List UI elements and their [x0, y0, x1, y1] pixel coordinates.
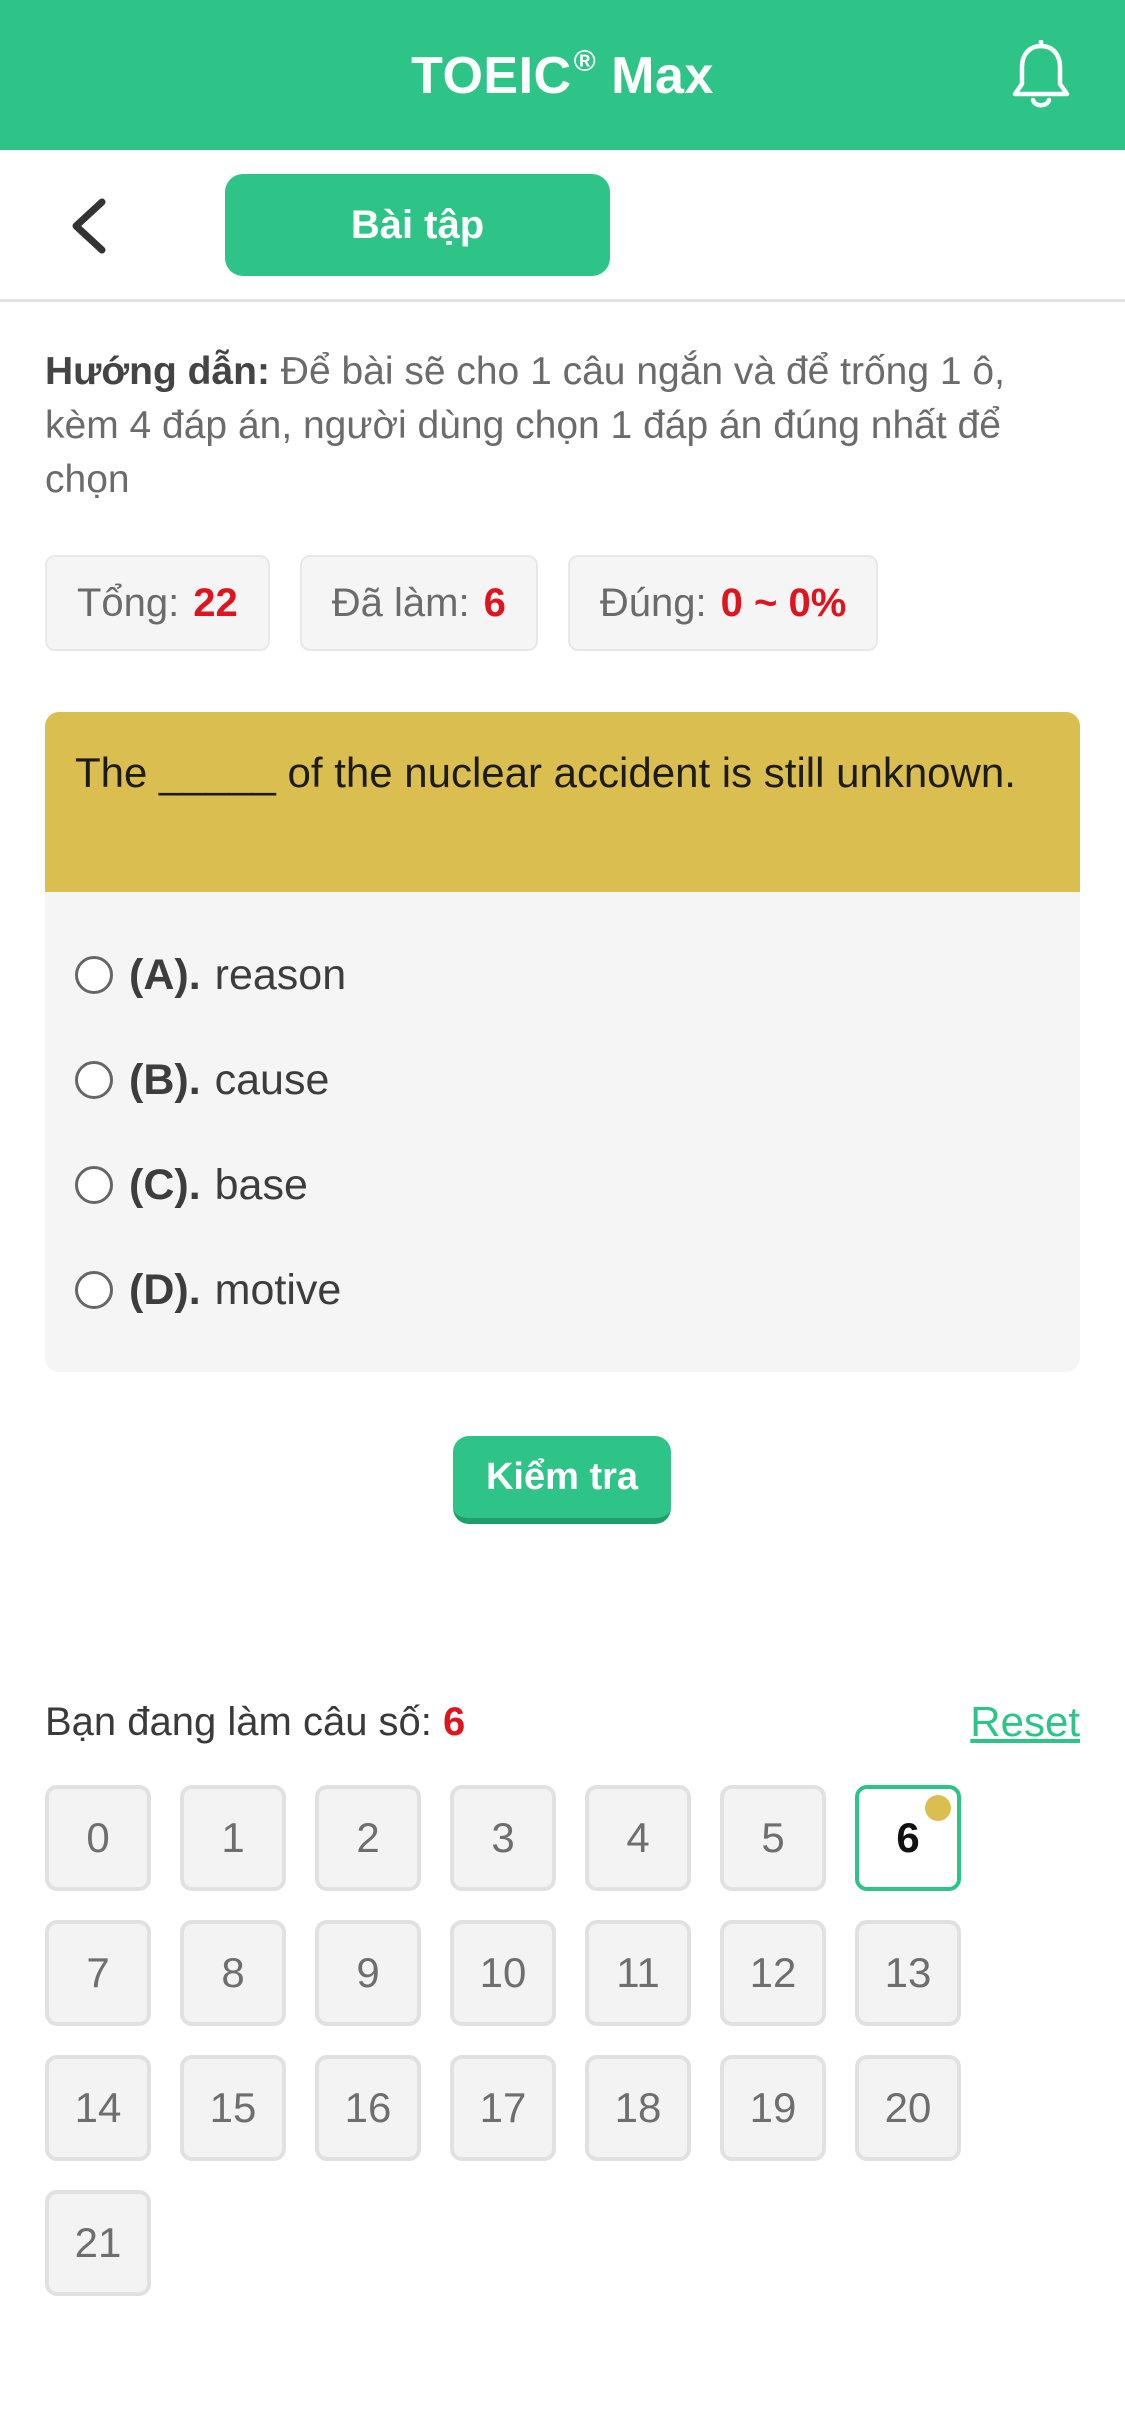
question-number-label: 14 [74, 2084, 122, 2131]
current-question-number: 6 [443, 1700, 466, 1744]
option-letter: (B). [129, 1055, 201, 1104]
question-number-label: 13 [884, 1949, 932, 1996]
question-number-label: 2 [356, 1814, 380, 1861]
question-number-label: 10 [479, 1949, 527, 1996]
option-text: cause [214, 1055, 330, 1104]
question-number-3[interactable]: 3 [450, 1785, 556, 1891]
stat-correct: Đúng: 0 ~ 0% [567, 555, 879, 651]
option-text: base [214, 1160, 308, 1209]
chevron-left-icon[interactable] [62, 194, 118, 258]
question-number-4[interactable]: 4 [585, 1785, 691, 1891]
question-number-label: 7 [86, 1949, 110, 1996]
question-number-15[interactable]: 15 [180, 2055, 286, 2161]
app-title-text: TOEIC [411, 46, 572, 105]
current-question-line: Bạn đang làm câu số: 6 [45, 1700, 465, 1745]
instructions: Hướng dẫn: Để bài sẽ cho 1 câu ngắn và đ… [45, 345, 1085, 507]
stat-total-label: Tổng: [77, 580, 180, 625]
question-number-label: 6 [896, 1814, 920, 1861]
question-number-label: 3 [491, 1814, 515, 1861]
question-number-7[interactable]: 7 [45, 1920, 151, 2026]
question-number-8[interactable]: 8 [180, 1920, 286, 2026]
question-number-21[interactable]: 21 [45, 2190, 151, 2296]
current-question-label: Bạn đang làm câu số: [45, 1700, 444, 1744]
stat-done-value: 6 [483, 580, 506, 625]
question-number-label: 16 [344, 2084, 392, 2131]
question-number-11[interactable]: 11 [585, 1920, 691, 2026]
instructions-label: Hướng dẫn: [45, 350, 270, 393]
question-number-label: 17 [479, 2084, 527, 2131]
stat-done-label: Đã làm: [331, 580, 470, 625]
question-number-label: 20 [884, 2084, 932, 2131]
stat-correct-value: 0 ~ 0% [720, 580, 847, 625]
app-title-suffix: Max [596, 46, 714, 105]
app-header: TOEIC® Max [0, 0, 1125, 150]
radio-button[interactable] [75, 956, 113, 994]
radio-button[interactable] [75, 1061, 113, 1099]
question-number-5[interactable]: 5 [720, 1785, 826, 1891]
question-number-label: 1 [221, 1814, 245, 1861]
option-a[interactable]: (A). reason [75, 940, 346, 1010]
question-number-label: 4 [626, 1814, 650, 1861]
question-number-6[interactable]: 6 [855, 1785, 961, 1891]
question-number-1[interactable]: 1 [180, 1785, 286, 1891]
option-d[interactable]: (D). motive [75, 1255, 341, 1325]
question-number-label: 19 [749, 2084, 797, 2131]
question-number-14[interactable]: 14 [45, 2055, 151, 2161]
app-title: TOEIC® Max [411, 45, 714, 106]
question-number-13[interactable]: 13 [855, 1920, 961, 2026]
question-number-0[interactable]: 0 [45, 1785, 151, 1891]
question-number-20[interactable]: 20 [855, 2055, 961, 2161]
radio-button[interactable] [75, 1166, 113, 1204]
question-number-label: 9 [356, 1949, 380, 1996]
question-number-label: 0 [86, 1814, 110, 1861]
sub-header: Bài tập [0, 150, 1125, 302]
question-number-19[interactable]: 19 [720, 2055, 826, 2161]
radio-button[interactable] [75, 1271, 113, 1309]
question-number-label: 12 [749, 1949, 797, 1996]
current-indicator-dot [925, 1795, 951, 1821]
reset-link[interactable]: Reset [970, 1698, 1080, 1746]
stat-done: Đã làm: 6 [299, 555, 538, 651]
stats-bar: Tổng: 22 Đã làm: 6 Đúng: 0 ~ 0% [45, 555, 879, 651]
question-number-label: 21 [74, 2219, 122, 2266]
question-number-9[interactable]: 9 [315, 1920, 421, 2026]
check-button[interactable]: Kiểm tra [453, 1436, 671, 1524]
bell-icon[interactable] [1009, 38, 1073, 112]
option-letter: (D). [129, 1265, 201, 1314]
question-number-label: 8 [221, 1949, 245, 1996]
question-number-18[interactable]: 18 [585, 2055, 691, 2161]
answer-options: (A). reason (B). cause (C). base (D). mo… [45, 892, 1080, 1372]
question-text: The _____ of the nuclear accident is sti… [45, 712, 1080, 892]
option-text: reason [214, 950, 347, 999]
question-number-10[interactable]: 10 [450, 1920, 556, 2026]
question-number-2[interactable]: 2 [315, 1785, 421, 1891]
option-c[interactable]: (C). base [75, 1150, 308, 1220]
question-number-label: 5 [761, 1814, 785, 1861]
question-number-17[interactable]: 17 [450, 2055, 556, 2161]
option-letter: (C). [129, 1160, 201, 1209]
tab-bai-tap[interactable]: Bài tập [225, 174, 610, 276]
option-letter: (A). [129, 950, 201, 999]
option-text: motive [214, 1265, 342, 1314]
question-number-label: 18 [614, 2084, 662, 2131]
question-number-16[interactable]: 16 [315, 2055, 421, 2161]
stat-total: Tổng: 22 [45, 555, 270, 651]
stat-correct-label: Đúng: [599, 580, 707, 625]
question-number-label: 15 [209, 2084, 257, 2131]
option-b[interactable]: (B). cause [75, 1045, 329, 1115]
question-number-label: 11 [616, 1949, 660, 1996]
registered-mark: ® [573, 44, 597, 78]
stat-total-value: 22 [193, 580, 238, 625]
question-number-12[interactable]: 12 [720, 1920, 826, 2026]
